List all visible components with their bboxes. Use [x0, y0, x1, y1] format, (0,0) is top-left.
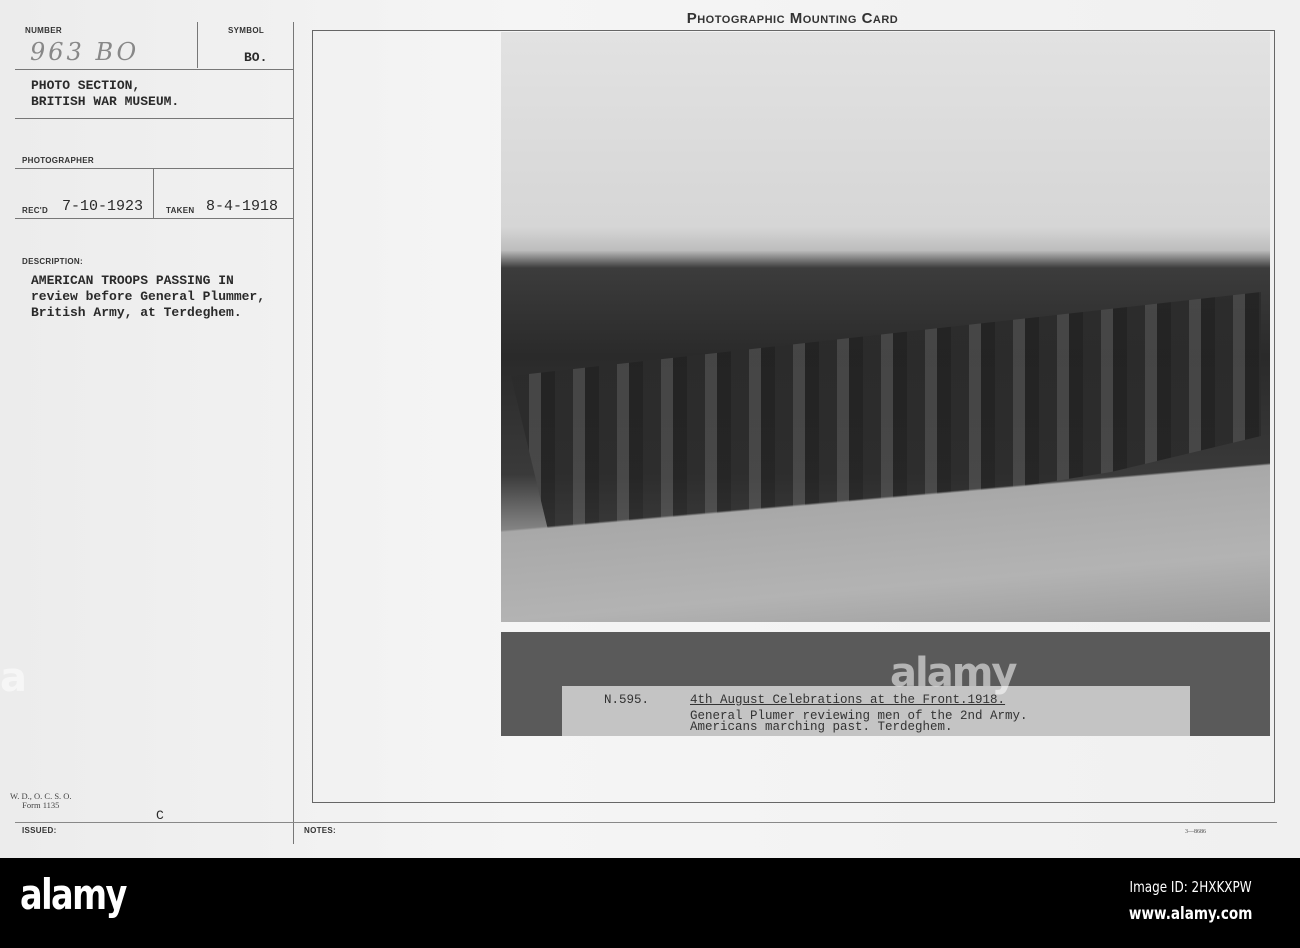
photograph-troops-marching: [501, 32, 1270, 622]
watermark: alamy: [890, 650, 1017, 696]
mounting-card: NUMBER 963 BO SYMBOL BO. PHOTO SECTION, …: [0, 0, 1300, 858]
description-label: DESCRIPTION:: [22, 257, 83, 266]
caption-number: N.595.: [604, 693, 650, 707]
photographer-label: PHOTOGRAPHER: [22, 156, 94, 165]
caption-line3: Americans marching past. Terdeghem.: [690, 720, 953, 734]
image-id: Image ID: 2HXKXPW: [1129, 878, 1252, 896]
issued-label: ISSUED:: [22, 826, 57, 835]
form-code: 3—8686: [1185, 829, 1206, 835]
recd-value: 7-10-1923: [62, 198, 144, 215]
alamy-logo: alamy: [20, 870, 127, 919]
section-text: PHOTO SECTION, BRITISH WAR MUSEUM.: [31, 78, 180, 109]
alamy-url[interactable]: www.alamy.com: [1128, 904, 1252, 924]
symbol-value: BO.: [244, 50, 268, 65]
recd-label: REC'D: [22, 206, 49, 215]
number-value: 963 BO: [30, 38, 140, 66]
taken-value: 8-4-1918: [206, 198, 279, 215]
form-number: W. D., O. C. S. O. Form 1135: [10, 791, 72, 810]
card-title: Photographic Mounting Card: [686, 10, 899, 27]
watermark: a: [0, 655, 27, 701]
notes-label: NOTES:: [304, 826, 337, 835]
number-label: NUMBER: [25, 26, 62, 35]
description-text: AMERICAN TROOPS PASSING IN review before…: [31, 273, 266, 320]
caption-box: N.595. 4th August Celebrations at the Fr…: [562, 686, 1190, 736]
taken-label: TAKEN: [166, 206, 195, 215]
symbol-label: SYMBOL: [228, 26, 265, 35]
